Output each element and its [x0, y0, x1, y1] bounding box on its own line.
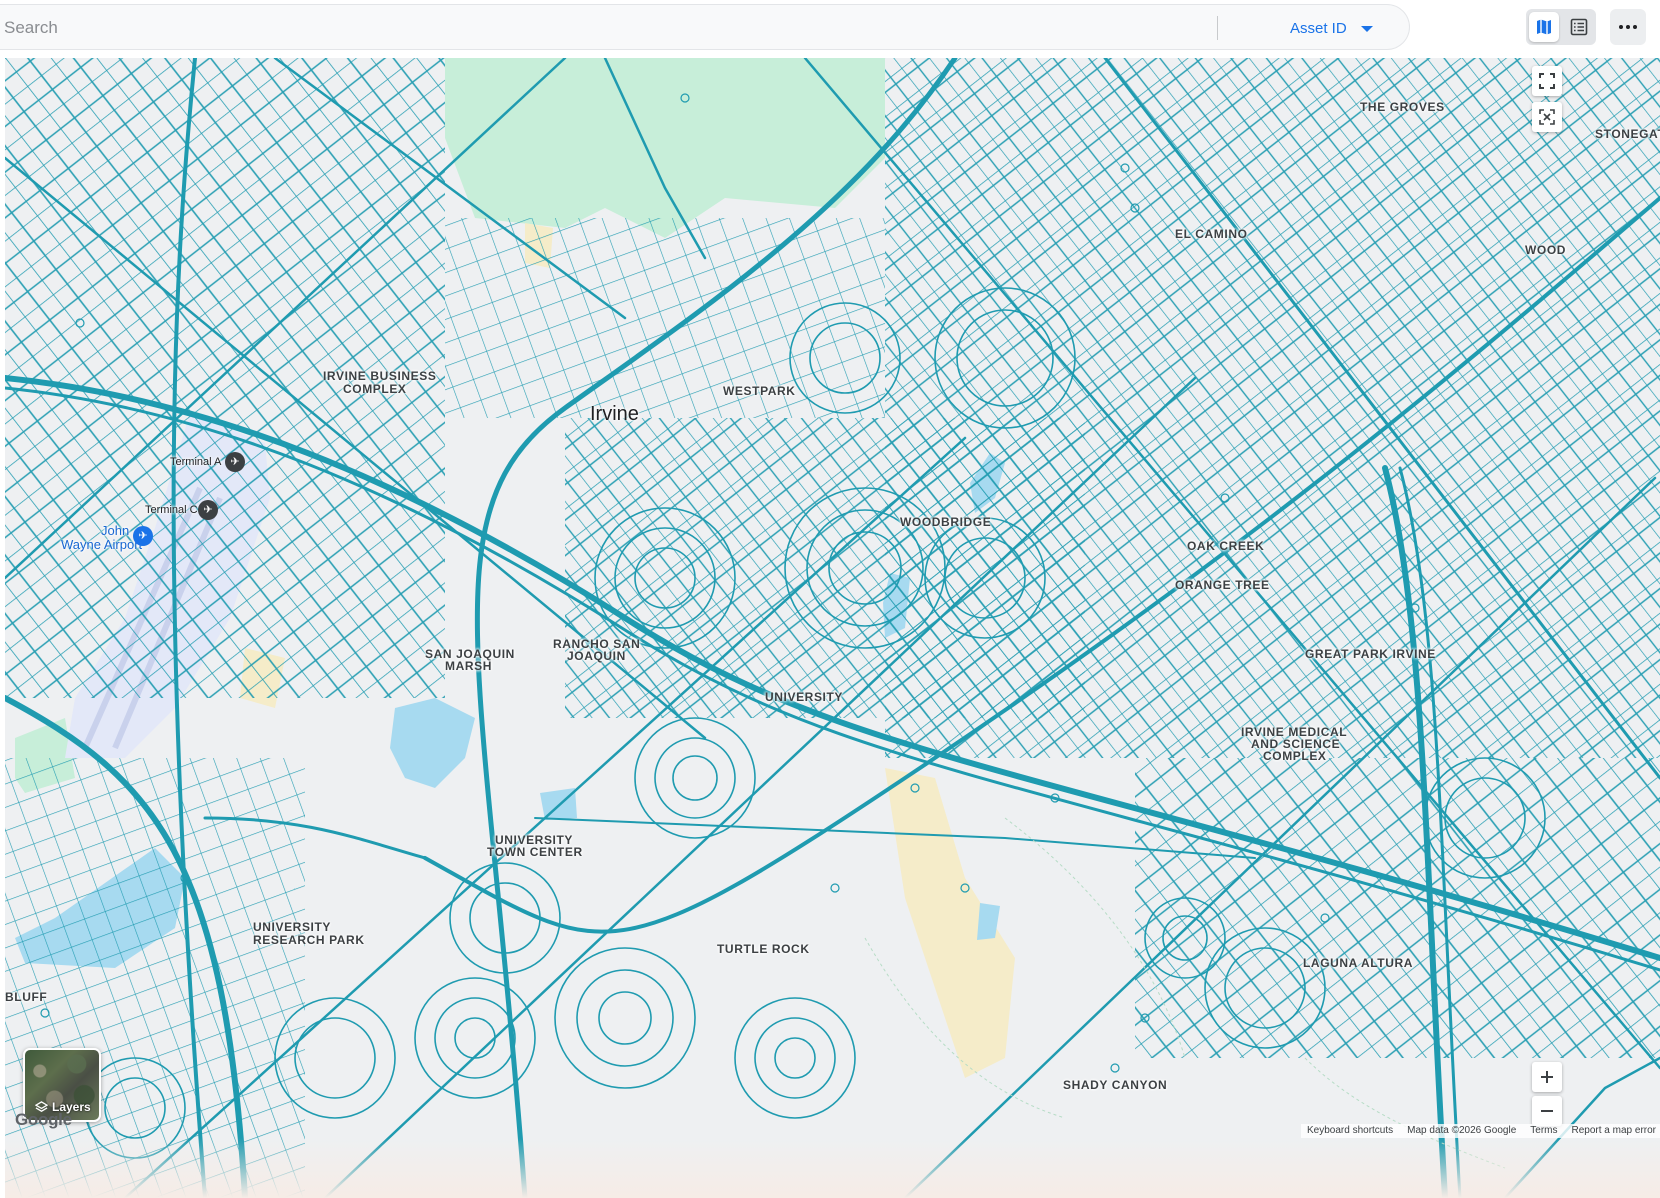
map-label-john-wayne-2: Wayne Airport — [61, 537, 143, 552]
map-label-woodbridge: WOODBRIDGE — [900, 515, 992, 529]
more-horizontal-icon — [1619, 25, 1637, 29]
map-label-oak-creek: OAK CREEK — [1187, 539, 1265, 553]
fullscreen-button[interactable] — [1532, 66, 1562, 96]
map-label-el-camino: EL CAMINO — [1175, 227, 1248, 241]
map-canvas[interactable]: THE GROVES WOOD STONEGATE EL CAMINO IRVI… — [5, 58, 1660, 1198]
map-label-terminal-c: Terminal C — [145, 504, 198, 516]
map-label-orange-tree: ORANGE TREE — [1175, 578, 1270, 592]
view-mode-toggle — [1526, 9, 1596, 45]
plus-icon — [1541, 1071, 1553, 1083]
map-label-irvine: Irvine — [590, 403, 639, 425]
map-label-laguna-altura: LAGUNA ALTURA — [1303, 956, 1414, 970]
search-bar: Asset ID — [0, 4, 1410, 50]
airplane-icon[interactable]: ✈ — [198, 500, 218, 520]
map-label-wood: WOOD — [1525, 243, 1567, 257]
more-options-button[interactable] — [1610, 9, 1646, 45]
search-divider — [1217, 16, 1218, 40]
map-label-terminal-a: Terminal A — [170, 456, 222, 468]
map-label-san-joaquin-2: MARSH — [445, 659, 492, 673]
map-icon — [1536, 19, 1551, 35]
map-label-turtle-rock: TURTLE ROCK — [717, 942, 810, 956]
map-attribution: Keyboard shortcuts Map data ©2026 Google… — [1300, 1124, 1660, 1138]
fit-bounds-button[interactable] — [1532, 102, 1562, 132]
map-base-layer — [5, 58, 1660, 1198]
map-label-shady-canyon: SHADY CANYON — [1063, 1078, 1168, 1092]
search-input[interactable] — [2, 14, 1196, 42]
airplane-icon[interactable]: ✈ — [225, 452, 245, 472]
map-label-irvine-business-2: COMPLEX — [343, 382, 407, 396]
map-label-medical-3: COMPLEX — [1263, 749, 1327, 763]
map-label-utc-2: TOWN CENTER — [487, 845, 583, 859]
map-bottom-fade — [5, 1138, 1660, 1198]
search-field-select[interactable]: Asset ID — [1290, 13, 1373, 43]
map-label-westpark: WESTPARK — [723, 384, 796, 398]
minus-icon — [1541, 1110, 1553, 1112]
map-data-credit: Map data ©2026 Google — [1407, 1125, 1517, 1136]
zoom-out-button[interactable] — [1532, 1096, 1562, 1126]
map-label-bluff: BLUFF — [5, 990, 48, 1004]
airplane-icon[interactable]: ✈ — [133, 526, 153, 546]
google-logo: Google — [15, 1110, 72, 1129]
report-map-error-link[interactable]: Report a map error — [1572, 1124, 1656, 1138]
map-label-the-groves: THE GROVES — [1360, 100, 1445, 114]
fullscreen-icon — [1539, 73, 1555, 89]
map-label-research-2: RESEARCH PARK — [253, 933, 365, 947]
map-label-john-wayne-1: John — [101, 523, 130, 538]
map-label-rancho-2: JOAQUIN — [567, 649, 626, 663]
map-label-great-park: GREAT PARK IRVINE — [1305, 647, 1436, 661]
map-view-button[interactable] — [1528, 12, 1559, 42]
caret-down-icon — [1360, 26, 1373, 32]
search-field-label: Asset ID — [1290, 19, 1347, 37]
list-view-button[interactable] — [1564, 12, 1594, 42]
keyboard-shortcuts-link[interactable]: Keyboard shortcuts — [1307, 1124, 1393, 1138]
list-icon — [1570, 18, 1587, 36]
map-label-university-park: UNIVERSITY — [765, 690, 844, 704]
terms-link[interactable]: Terms — [1530, 1124, 1557, 1138]
zoom-in-button[interactable] — [1532, 1062, 1562, 1092]
map-label-stonegate: STONEGATE — [1595, 127, 1660, 141]
fit-bounds-icon — [1539, 109, 1555, 125]
